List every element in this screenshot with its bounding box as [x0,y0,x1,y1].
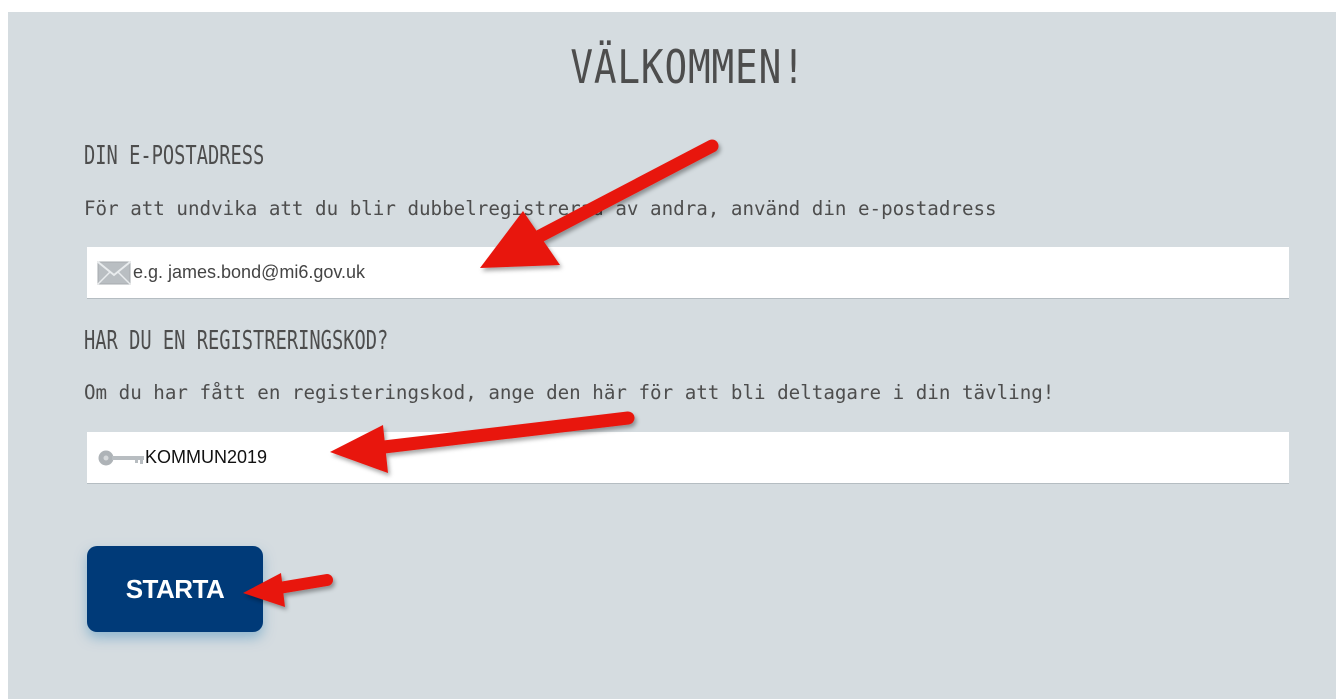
email-placeholder: e.g. james.bond@mi6.gov.uk [133,262,366,282]
page-title: VÄLKOMMEN! [570,40,806,94]
start-button[interactable]: STARTA [87,546,263,632]
envelope-icon [97,261,131,290]
email-field[interactable]: e.g. james.bond@mi6.gov.uk [87,247,1289,299]
registration-code-value: KOMMUN2019 [145,447,268,467]
registration-code-field[interactable]: KOMMUN2019 [87,432,1289,484]
code-description: Om du har fått en registeringskod, ange … [84,381,1055,404]
email-description: För att undvika att du blir dubbelregist… [84,197,997,220]
key-icon [97,449,147,472]
email-heading: DIN E-POSTADRESS [84,141,265,171]
code-heading: HAR DU EN REGISTRERINGSKOD? [84,326,389,356]
